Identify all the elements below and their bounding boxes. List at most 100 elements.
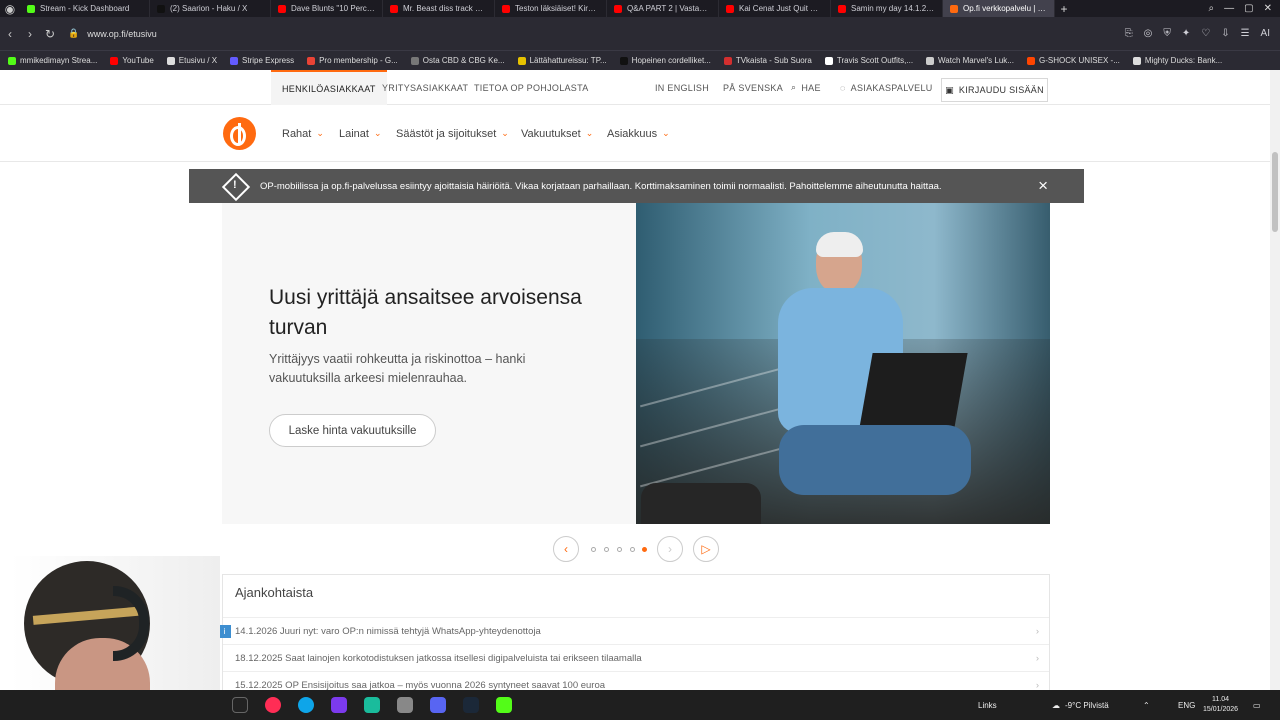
browser-tab[interactable]: Mr. Beast diss track Steve — [383, 0, 495, 17]
menu-lainat[interactable]: Lainat ⌄ — [339, 105, 382, 162]
in-english-link[interactable]: IN ENGLISH — [655, 70, 709, 105]
service-disruption-notice: ! OP-mobiilissa ja op.fi-palvelussa esii… — [189, 169, 1084, 203]
ai-icon[interactable]: AI — [1261, 28, 1270, 39]
laptop — [859, 353, 968, 428]
browser-tab[interactable]: Stream - Kick Dashboard — [20, 0, 150, 17]
carousel-dot-3[interactable] — [617, 547, 622, 552]
news-section: Ajankohtaista i 14.1.2026 Juuri nyt: varo… — [218, 574, 1050, 690]
tray-arrow-icon[interactable]: ⌃ — [1143, 690, 1150, 720]
bookmark-item[interactable]: Watch Marvel's Luk... — [926, 56, 1014, 65]
menu-asiakkuus[interactable]: Asiakkuus ⌄ — [607, 105, 670, 162]
browser-tab[interactable]: Teston läksiäiset! Kirveen — [495, 0, 607, 17]
tab-henkiloasiakkaat[interactable]: HENKILÖASIAKKAAT — [271, 70, 387, 105]
bookmark-item[interactable]: G-SHOCK UNISEX -... — [1026, 56, 1120, 65]
bookmark-item[interactable]: Osta CBD & CBG Ke... — [410, 56, 505, 65]
browser-tab[interactable]: Samin my day 14.1.2026 - — [831, 0, 943, 17]
terminal-icon[interactable] — [364, 697, 380, 713]
share-icon[interactable]: ⎘ — [1125, 28, 1133, 39]
bookmark-item[interactable]: Pro membership - G... — [307, 56, 398, 65]
bookmark-item[interactable]: TVkaista - Sub Suora — [723, 56, 812, 65]
window-controls: ⌕ — ▢ ✕ — [1209, 0, 1280, 17]
weather-widget[interactable]: ☁ -9°C Pilvistä — [1052, 690, 1109, 720]
language-indicator[interactable]: ENG — [1178, 690, 1195, 720]
carousel-dot-5[interactable] — [642, 547, 647, 552]
app-icon[interactable] — [397, 697, 413, 713]
app-icon[interactable] — [331, 697, 347, 713]
calculate-price-button[interactable]: Laske hinta vakuutuksille — [269, 414, 436, 447]
kick-icon[interactable] — [496, 697, 512, 713]
news-item[interactable]: i 14.1.2026 Juuri nyt: varo OP:n nimissä … — [218, 617, 1049, 645]
download-icon[interactable]: ⇩ — [1221, 28, 1229, 39]
tab-tietoa-op-pohjolasta[interactable]: TIETOA OP POHJOLASTA — [463, 70, 600, 105]
heart-icon[interactable]: ♡ — [1201, 28, 1210, 39]
extension-icon[interactable]: ✦ — [1182, 28, 1190, 39]
bookmark-item[interactable]: Hopeinen cordelliket... — [619, 56, 711, 65]
search-icon: ⌕ — [791, 82, 797, 92]
carousel-dot-4[interactable] — [630, 547, 635, 552]
minimize-icon[interactable]: — — [1224, 3, 1234, 14]
scroll-thumb[interactable] — [1272, 152, 1278, 232]
bolt-icon — [1132, 56, 1141, 65]
customer-service-link[interactable]: ◌ ASIAKASPALVELU — [840, 70, 933, 105]
login-button[interactable]: ▣ KIRJAUDU SISÄÄN — [941, 78, 1048, 102]
search-link[interactable]: ⌕ HAE — [791, 70, 821, 105]
browser-tab[interactable]: Dave Blunts "10 Percs" CO — [271, 0, 383, 17]
op-logo-icon[interactable] — [223, 117, 256, 150]
carousel-dot-1[interactable] — [591, 547, 596, 552]
search-icon[interactable]: ⌕ — [1209, 3, 1215, 14]
notification-icon[interactable]: ▭ — [1253, 690, 1261, 720]
gshock-icon — [1026, 56, 1035, 65]
restore-icon[interactable]: ▢ — [1244, 3, 1253, 14]
youtube-icon — [726, 4, 734, 13]
opera-menu-icon[interactable]: ◉ — [0, 2, 20, 16]
disney-icon — [926, 56, 935, 65]
browser-tab[interactable]: Kai Cenat Just Quit Stream — [719, 0, 831, 17]
opera-icon[interactable] — [265, 697, 281, 713]
new-tab-button[interactable]: + — [1055, 2, 1073, 16]
url-field[interactable]: 🔒 www.op.fi/etusivu — [68, 28, 918, 39]
bookmark-item[interactable]: Mighty Ducks: Bank... — [1132, 56, 1222, 65]
op-logo-icon — [950, 4, 958, 13]
x-icon — [166, 56, 175, 65]
browser-tab[interactable]: (2) Saarion - Haku / X — [150, 0, 271, 17]
close-icon[interactable]: × — [1038, 176, 1048, 196]
browser-tab-active[interactable]: Op.fi verkkopalvelu | OP — [943, 0, 1055, 17]
bookmark-item[interactable]: Stripe Express — [230, 56, 294, 65]
news-item[interactable]: 15.12.2025 OP Ensisijoitus saa jatkoa – … — [223, 671, 1049, 690]
links-toolbar[interactable]: Links — [978, 690, 997, 720]
clock[interactable]: 11.04 15/01/2026 — [1203, 690, 1238, 720]
page-scrollbar[interactable] — [1270, 70, 1280, 690]
bookmark-item[interactable]: Etusivu / X — [166, 56, 217, 65]
next-slide-button[interactable]: › — [657, 536, 683, 562]
camera-icon[interactable]: ◎ — [1144, 28, 1153, 39]
menu-vakuutukset[interactable]: Vakuutukset ⌄ — [521, 105, 593, 162]
carousel-dot-2[interactable] — [604, 547, 609, 552]
news-item[interactable]: 18.12.2025 Saat lainojen korkotodistukse… — [223, 644, 1049, 672]
address-bar: ‹ › ↻ 🔒 www.op.fi/etusivu ⎘ ◎ ⛨ ✦ ♡ ⇩ ☰ AI — [0, 17, 1280, 50]
bag — [641, 483, 761, 524]
discord-icon[interactable] — [430, 697, 446, 713]
tv-icon — [723, 56, 732, 65]
menu-icon[interactable]: ☰ — [1241, 28, 1250, 39]
headset-icon: ◌ — [840, 82, 846, 93]
bookmark-item[interactable]: mmikedimayn Strea... — [8, 56, 97, 65]
back-icon[interactable]: ‹ — [0, 27, 20, 41]
bookmark-item[interactable]: Travis Scott Outfits,... — [824, 56, 913, 65]
task-view-icon[interactable] — [232, 697, 248, 713]
close-icon[interactable]: ✕ — [1264, 3, 1272, 14]
steam-icon[interactable] — [463, 697, 479, 713]
browser-tab[interactable]: Q&A PART 2 | Vastaan sei — [607, 0, 719, 17]
menu-rahat[interactable]: Rahat ⌄ — [282, 105, 324, 162]
shield-icon[interactable]: ⛨ — [1163, 28, 1171, 39]
youtube-icon — [110, 56, 119, 65]
play-button[interactable]: ▷ — [693, 536, 719, 562]
menu-saastot-ja-sijoitukset[interactable]: Säästöt ja sijoitukset ⌄ — [396, 105, 509, 162]
edge-icon[interactable] — [298, 697, 314, 713]
bookmark-item[interactable]: YouTube — [110, 56, 154, 65]
bookmark-item[interactable]: Lättähattureissu: TP... — [517, 56, 607, 65]
webcam-overlay — [0, 556, 220, 691]
previous-slide-button[interactable]: ‹ — [553, 536, 579, 562]
pa-svenska-link[interactable]: PÅ SVENSKA — [723, 70, 783, 105]
forward-icon[interactable]: › — [20, 27, 40, 41]
reload-icon[interactable]: ↻ — [40, 27, 60, 41]
